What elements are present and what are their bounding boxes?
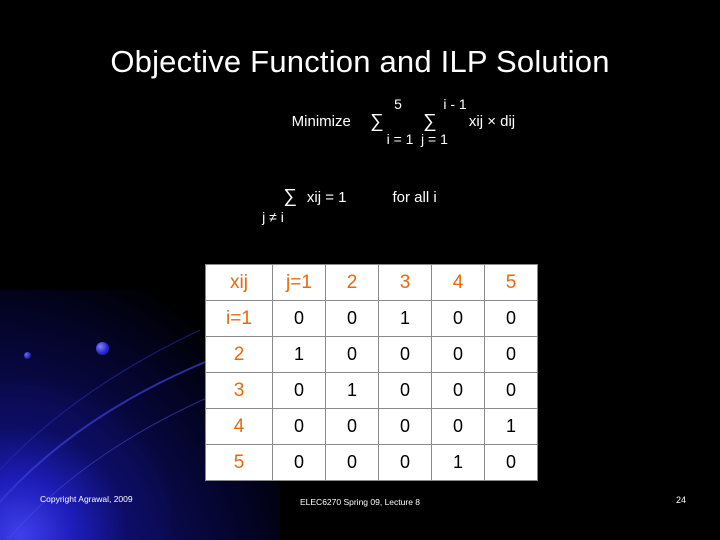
footer-course: ELEC6270 Spring 09, Lecture 8: [299, 497, 421, 507]
sum2-upper-limit: i - 1: [443, 96, 467, 112]
row-header-4: 4: [205, 408, 273, 445]
cell-r1c3: 1: [378, 300, 432, 337]
objective-upper-limits: 5 i - 1: [0, 96, 720, 112]
cell-r3c4: 0: [431, 372, 485, 409]
constraint-expression: xij = 1: [306, 189, 347, 206]
col-header-3: 3: [378, 264, 432, 301]
row-header-3: 3: [205, 372, 273, 409]
minimize-label: Minimize: [291, 113, 351, 130]
cell-r2c1: 1: [272, 336, 326, 373]
cell-r4c1: 0: [272, 408, 326, 445]
col-header-4: 4: [431, 264, 485, 301]
sum2-lower-limit: j = 1: [421, 131, 448, 147]
table-header-row: xij j=1 2 3 4 5: [205, 264, 538, 301]
cell-r5c1: 0: [272, 444, 326, 481]
row-header-5: 5: [205, 444, 273, 481]
cell-r3c3: 0: [378, 372, 432, 409]
page-title: Objective Function and ILP Solution: [110, 44, 610, 79]
cell-r5c4: 1: [431, 444, 485, 481]
objective-function-formula: 5 i - 1 Minimize ∑ ∑ xij × dij i = 1 j =…: [0, 96, 720, 147]
cell-r1c1: 0: [272, 300, 326, 337]
cell-r4c3: 0: [378, 408, 432, 445]
objective-expression: xij × dij: [468, 113, 516, 130]
objective-main-row: Minimize ∑ ∑ xij × dij: [0, 111, 720, 132]
table-row: i=1 0 0 1 0 0: [205, 300, 538, 337]
constraint-lower-limit-row: j ≠ i: [0, 209, 720, 225]
sum1-lower-limit: i = 1: [386, 131, 414, 147]
matrix-corner-label: xij: [205, 264, 273, 301]
cell-r2c4: 0: [431, 336, 485, 373]
cell-r5c2: 0: [325, 444, 379, 481]
cell-r5c3: 0: [378, 444, 432, 481]
sum1-symbol: ∑: [370, 111, 384, 132]
sum1-upper-limit: 5: [394, 96, 402, 112]
constraint-formula: ∑ xij = 1 for all i j ≠ i: [0, 186, 720, 225]
constraint-sum-symbol: ∑: [283, 186, 297, 207]
cell-r3c5: 0: [484, 372, 538, 409]
sum2-symbol: ∑: [423, 111, 437, 132]
table-row: 5 0 0 0 1 0: [205, 444, 538, 481]
table-row: 2 1 0 0 0 0: [205, 336, 538, 373]
row-header-2: 2: [205, 336, 273, 373]
cell-r4c4: 0: [431, 408, 485, 445]
table-row: 3 0 1 0 0 0: [205, 372, 538, 409]
cell-r3c2: 1: [325, 372, 379, 409]
solution-matrix-wrapper: xij j=1 2 3 4 5 i=1 0 0 1 0 0 2 1 0 0 0 …: [205, 264, 538, 481]
cell-r2c3: 0: [378, 336, 432, 373]
slide-canvas: Objective Function and ILP Solution 5 i …: [0, 0, 720, 540]
cell-r4c5: 1: [484, 408, 538, 445]
solution-matrix-table: xij j=1 2 3 4 5 i=1 0 0 1 0 0 2 1 0 0 0 …: [205, 264, 538, 481]
constraint-sum-lower-limit: j ≠ i: [262, 209, 284, 225]
cell-r1c4: 0: [431, 300, 485, 337]
decorative-dot-large: [96, 342, 109, 355]
constraint-qualifier: for all i: [392, 189, 437, 206]
row-header-1: i=1: [205, 300, 273, 337]
decorative-dot-small: [24, 352, 31, 359]
cell-r3c1: 0: [272, 372, 326, 409]
cell-r5c5: 0: [484, 444, 538, 481]
col-header-2: 2: [325, 264, 379, 301]
constraint-main-row: ∑ xij = 1 for all i: [0, 186, 720, 208]
objective-lower-limits: i = 1 j = 1: [0, 131, 720, 147]
cell-r2c5: 0: [484, 336, 538, 373]
footer-page-number: 24: [675, 495, 686, 505]
col-header-5: 5: [484, 264, 538, 301]
cell-r1c2: 0: [325, 300, 379, 337]
cell-r2c2: 0: [325, 336, 379, 373]
table-row: 4 0 0 0 0 1: [205, 408, 538, 445]
background-glow-inner: [0, 380, 170, 540]
col-header-1: j=1: [272, 264, 326, 301]
cell-r4c2: 0: [325, 408, 379, 445]
cell-r1c5: 0: [484, 300, 538, 337]
objective-spacer-lower: [233, 131, 379, 147]
matrix-body: xij j=1 2 3 4 5 i=1 0 0 1 0 0 2 1 0 0 0 …: [205, 264, 538, 481]
